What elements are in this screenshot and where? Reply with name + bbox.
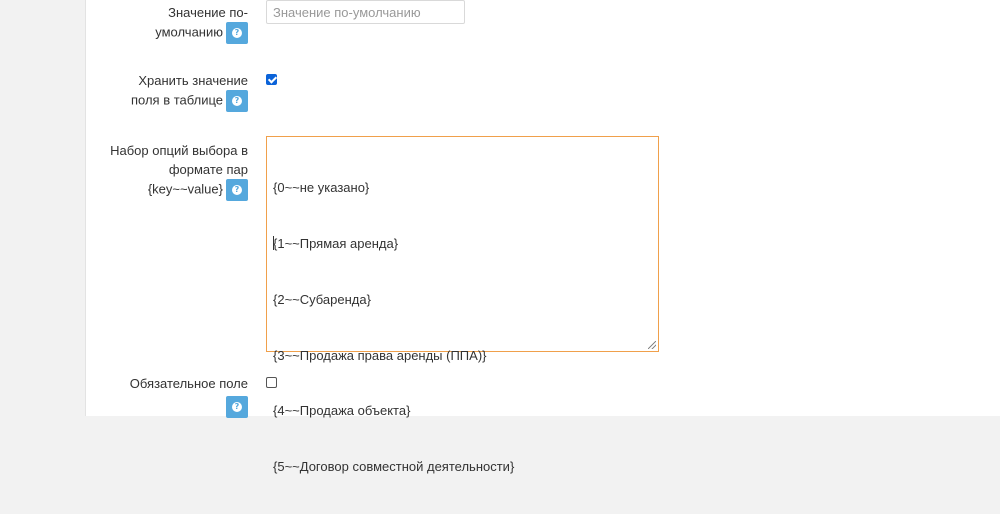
option-line: {5~~Договор совместной деятельности} — [273, 459, 515, 475]
store-in-table-label-line2: поля в таблице — [130, 92, 223, 108]
options-set-label-line1: Набор опций выбора в — [110, 143, 248, 158]
store-in-table-label: Хранить значение поля в таблице? — [120, 71, 248, 112]
store-in-table-checkbox[interactable] — [266, 74, 277, 85]
help-icon[interactable]: ? — [226, 22, 248, 44]
question-mark-icon: ? — [232, 185, 242, 195]
question-mark-icon: ? — [232, 96, 242, 106]
help-icon[interactable]: ? — [226, 396, 248, 418]
option-line: {2~~Субаренда} — [273, 291, 371, 307]
options-set-label-line2: формате пар — [168, 162, 248, 177]
option-line: {4~~Продажа объекта} — [273, 403, 411, 419]
options-set-label-line3: {key~~value} — [147, 181, 223, 197]
default-value-label: Значение по- умолчанию? — [120, 3, 248, 44]
text-caret — [273, 236, 274, 250]
help-icon[interactable]: ? — [226, 90, 248, 112]
help-icon[interactable]: ? — [226, 179, 248, 201]
resize-handle-icon[interactable] — [648, 341, 656, 349]
store-in-table-label-line1: Хранить значение — [138, 73, 248, 88]
option-line: {0~~не указано} — [273, 180, 370, 196]
options-set-label: Набор опций выбора в формате пар {key~~v… — [90, 141, 248, 201]
required-field-label-text: Обязательное поле — [129, 376, 248, 391]
options-set-textarea[interactable]: {0~~не указано} {1~~Прямая аренда} {2~~С… — [266, 136, 659, 474]
options-list: {0~~не указано} {1~~Прямая аренда} {2~~С… — [273, 142, 514, 514]
default-value-input[interactable] — [266, 0, 465, 24]
default-value-label-line2: умолчанию — [155, 24, 223, 40]
required-field-checkbox[interactable] — [266, 377, 277, 388]
question-mark-icon: ? — [232, 28, 242, 38]
option-line: {1~~Прямая аренда} — [273, 235, 399, 251]
question-mark-icon: ? — [232, 402, 242, 412]
required-field-label: Обязательное поле ? — [100, 374, 248, 418]
default-value-label-line1: Значение по- — [168, 5, 248, 20]
option-line: {3~~Продажа права аренды (ППА)} — [273, 347, 487, 363]
